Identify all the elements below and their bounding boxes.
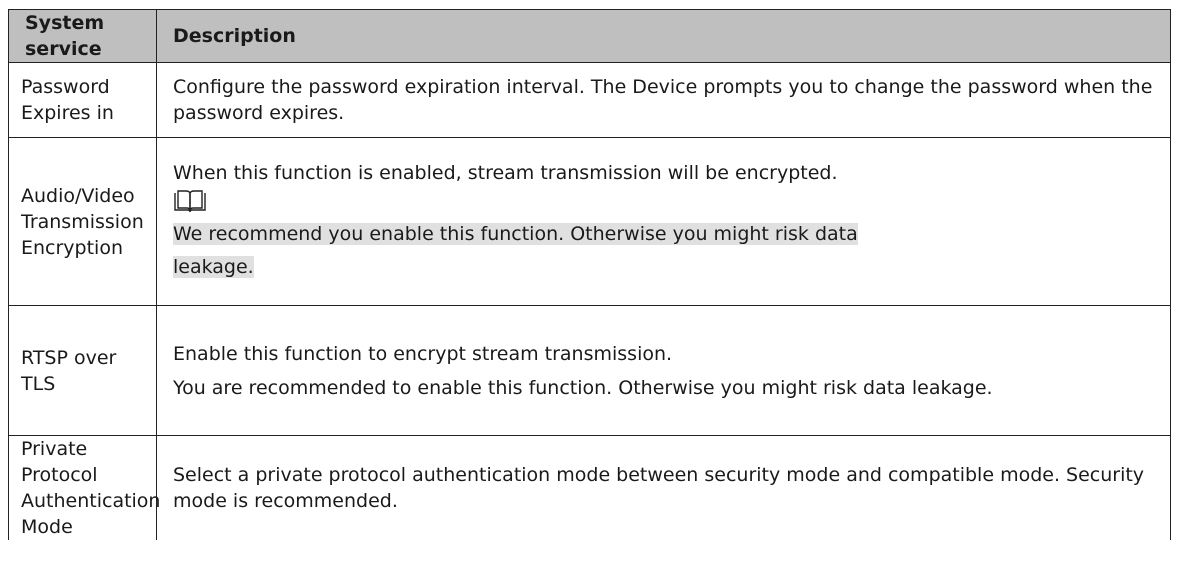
description-text: Enable this function to encrypt stream t…	[173, 342, 673, 365]
service-name-cell: Password Expires in	[8, 62, 157, 138]
service-name-cell: RTSP over TLS	[8, 305, 157, 436]
description-text: Select a private protocol authentication…	[173, 464, 1145, 512]
description-cell: Select a private protocol authentication…	[156, 435, 1171, 540]
description-text: You are recommended to enable this funct…	[173, 376, 993, 399]
table-row: Audio/Video Transmission Encryption When…	[8, 137, 1171, 306]
description-text: When this function is enabled, stream tr…	[173, 161, 838, 184]
table-header-row: System service Description	[8, 9, 1171, 63]
system-service-table: System service Description Password Expi…	[8, 9, 1171, 540]
note-text: We recommend you enable this function. O…	[173, 218, 1162, 284]
header-description: Description	[156, 9, 1171, 63]
description-cell: Enable this function to encrypt stream t…	[156, 305, 1171, 436]
book-note-icon	[174, 189, 206, 212]
service-name-cell: Audio/Video Transmission Encryption	[8, 137, 157, 306]
note-line: We recommend you enable this function. O…	[173, 222, 858, 245]
table-row: RTSP over TLS Enable this function to en…	[8, 305, 1171, 436]
header-system-service: System service	[8, 9, 157, 63]
table-row: Private Protocol Authentication Mode Sel…	[8, 435, 1171, 540]
description-text: Configure the password expiration interv…	[173, 76, 1153, 124]
description-cell: When this function is enabled, stream tr…	[156, 137, 1171, 306]
note-line: leakage.	[173, 255, 254, 278]
table-row: Password Expires in Configure the passwo…	[8, 62, 1171, 138]
service-name-cell: Private Protocol Authentication Mode	[8, 435, 160, 540]
description-cell: Configure the password expiration interv…	[156, 62, 1171, 138]
